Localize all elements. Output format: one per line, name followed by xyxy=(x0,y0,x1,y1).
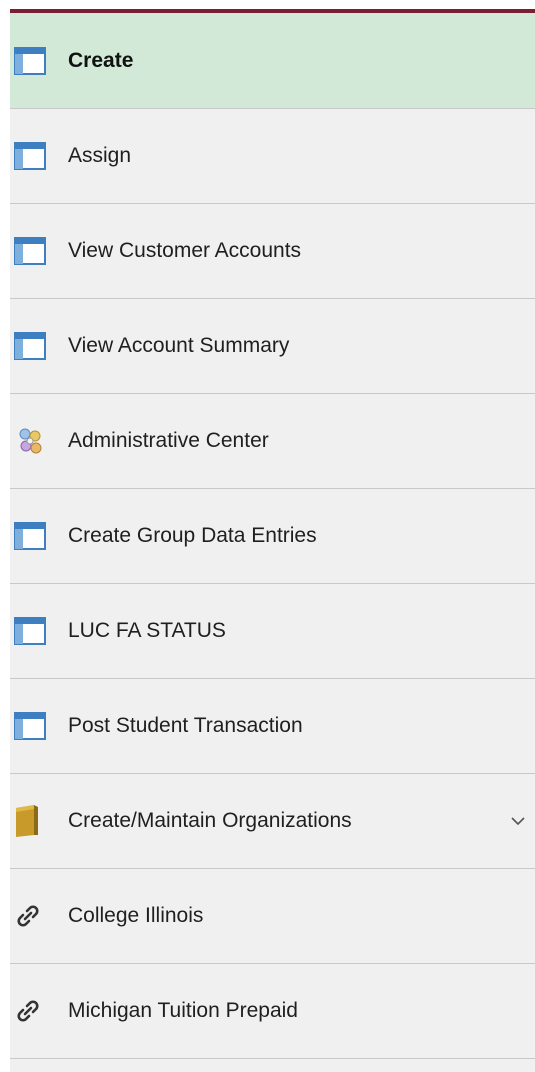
menu-item-label: Michigan Tuition Prepaid xyxy=(68,999,298,1022)
page-icon xyxy=(10,235,60,267)
menu-item-create[interactable]: Create xyxy=(10,13,535,109)
link-icon xyxy=(10,995,60,1027)
menu-item-label: Assign xyxy=(68,144,132,167)
menu-item-luc-fa-status[interactable]: LUC FA STATUS xyxy=(10,584,535,679)
page-icon xyxy=(10,45,60,77)
menu-item-label: Post Student Transaction xyxy=(68,714,303,737)
page-icon xyxy=(10,140,60,172)
menu-item-create-maintain-organizations[interactable]: Create/Maintain Organizations xyxy=(10,774,535,869)
work-center-icon xyxy=(10,425,60,457)
page-icon xyxy=(10,520,60,552)
menu-item-michigan-tuition-prepaid[interactable]: Michigan Tuition Prepaid xyxy=(10,964,535,1059)
menu-item-label: Create Group Data Entries xyxy=(68,524,317,547)
menu-item-college-illinois[interactable]: College Illinois xyxy=(10,869,535,964)
chevron-down-icon[interactable] xyxy=(509,812,527,830)
menu-item-label: View Customer Accounts xyxy=(68,239,302,262)
left-edge xyxy=(0,0,10,1072)
menu-item-view-customer-accounts[interactable]: View Customer Accounts xyxy=(10,204,535,299)
menu-item-view-account-summary[interactable]: View Account Summary xyxy=(10,299,535,394)
menu-item-label: College Illinois xyxy=(68,904,204,927)
menu-item-label: Create xyxy=(68,48,134,72)
page-icon xyxy=(10,330,60,362)
menu-item-post-student-transaction[interactable]: Post Student Transaction xyxy=(10,679,535,774)
link-icon xyxy=(10,900,60,932)
page-icon xyxy=(10,710,60,742)
menu-item-label: LUC FA STATUS xyxy=(68,619,226,642)
menu-item-label: Create/Maintain Organizations xyxy=(68,809,352,832)
menu-item-assign[interactable]: Assign xyxy=(10,109,535,204)
folder-icon xyxy=(10,805,60,837)
navigation-menu: Create Assign View Customer Accounts Vie… xyxy=(10,13,535,1072)
menu-item-label: Administrative Center xyxy=(68,429,269,452)
page-icon xyxy=(10,615,60,647)
menu-item-administrative-center[interactable]: Administrative Center xyxy=(10,394,535,489)
menu-item-label: View Account Summary xyxy=(68,334,290,357)
menu-item-create-group-data-entries[interactable]: Create Group Data Entries xyxy=(10,489,535,584)
